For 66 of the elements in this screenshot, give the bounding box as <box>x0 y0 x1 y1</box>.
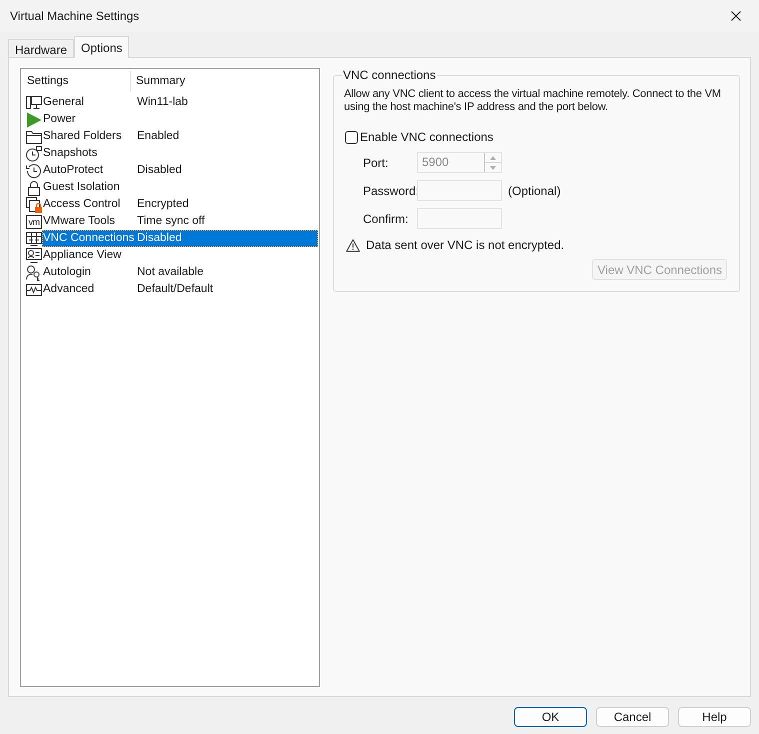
list-row[interactable]: Power <box>42 111 318 128</box>
setting-summary: Disabled <box>137 162 182 178</box>
tab[interactable]: Hardware <box>8 39 74 57</box>
setting-name: Access Control <box>43 196 122 212</box>
group-title: VNC connections <box>342 68 437 82</box>
list-row[interactable]: AutoProtect Disabled <box>42 162 318 179</box>
setting-name: Power <box>43 112 77 127</box>
description: Allow any VNC client to access the virtual machine remotely. Connect to the VM using the host machine's IP address and the port below. <box>344 88 722 114</box>
list-row[interactable]: General Win11-lab <box>42 94 318 111</box>
column-header: Settings <box>26 74 70 89</box>
clock-icon <box>26 146 42 162</box>
user-key-icon <box>26 264 42 280</box>
setting-summary: Disabled <box>137 230 182 246</box>
folder-icon <box>26 128 42 144</box>
tab[interactable]: Options <box>74 36 130 58</box>
dialog-button[interactable]: Help <box>678 707 751 727</box>
list-row[interactable]: Guest Isolation <box>42 179 318 196</box>
port-value: 5900 <box>421 154 450 171</box>
setting-name: VMware Tools <box>43 214 116 229</box>
setting-name: VNC Connections <box>43 230 136 246</box>
logo-badge: vm <box>26 214 42 228</box>
setting-name: Appliance View <box>43 248 122 263</box>
history-icon <box>26 162 42 178</box>
list-row[interactable]: Snapshots <box>42 145 318 162</box>
setting-name: General <box>43 94 85 110</box>
setting-summary: Win11-lab <box>137 94 188 110</box>
field-label: Port: <box>362 154 390 172</box>
list-row[interactable]: Advanced Default/Default <box>42 281 318 298</box>
dialog-button[interactable]: OK <box>514 707 587 727</box>
list-row[interactable]: Access Control Encrypted <box>42 196 318 213</box>
list-row[interactable]: VMware Tools Time sync off <box>42 213 318 230</box>
list-row[interactable]: VNC Connections Disabled <box>42 230 318 247</box>
pulse-icon <box>26 282 42 298</box>
play-icon <box>26 112 42 128</box>
caret-down-icon <box>490 166 496 170</box>
display-icon <box>26 248 42 264</box>
computer-icon <box>26 94 42 110</box>
setting-summary: Time sync off <box>137 214 205 229</box>
setting-summary: Default/Default <box>137 282 214 297</box>
checkbox-label: Enable VNC connections <box>360 129 494 146</box>
setting-summary: Enabled <box>137 128 180 144</box>
warning-text: Data sent over VNC is not encrypted. <box>366 237 564 254</box>
list-row[interactable]: Autologin Not available <box>42 264 318 281</box>
setting-name: AutoProtect <box>43 162 104 178</box>
warning-icon <box>346 238 360 252</box>
setting-summary: Not available <box>137 264 204 280</box>
column-header: Summary <box>135 74 186 89</box>
list-row[interactable]: Shared Folders Enabled <box>42 128 318 145</box>
list-row[interactable]: Appliance View <box>42 247 318 264</box>
dialog-button[interactable]: Cancel <box>596 707 669 727</box>
field-note: (Optional) <box>508 182 561 200</box>
setting-name: Shared Folders <box>43 128 123 144</box>
caret-up-icon <box>490 156 496 160</box>
lock-icon <box>26 180 42 196</box>
setting-name: Autologin <box>43 264 92 280</box>
checkbox[interactable] <box>345 130 358 144</box>
window-title: Virtual Machine Settings <box>9 8 140 25</box>
field-label: Confirm: <box>362 210 410 228</box>
window-lock-icon <box>26 196 42 212</box>
setting-name: Snapshots <box>43 146 98 161</box>
setting-name: Guest Isolation <box>43 180 121 195</box>
setting-summary: Encrypted <box>137 196 189 212</box>
network-icon <box>26 230 42 246</box>
setting-name: Advanced <box>43 282 96 297</box>
close-icon <box>731 11 741 21</box>
field-label: Password: <box>362 182 417 200</box>
